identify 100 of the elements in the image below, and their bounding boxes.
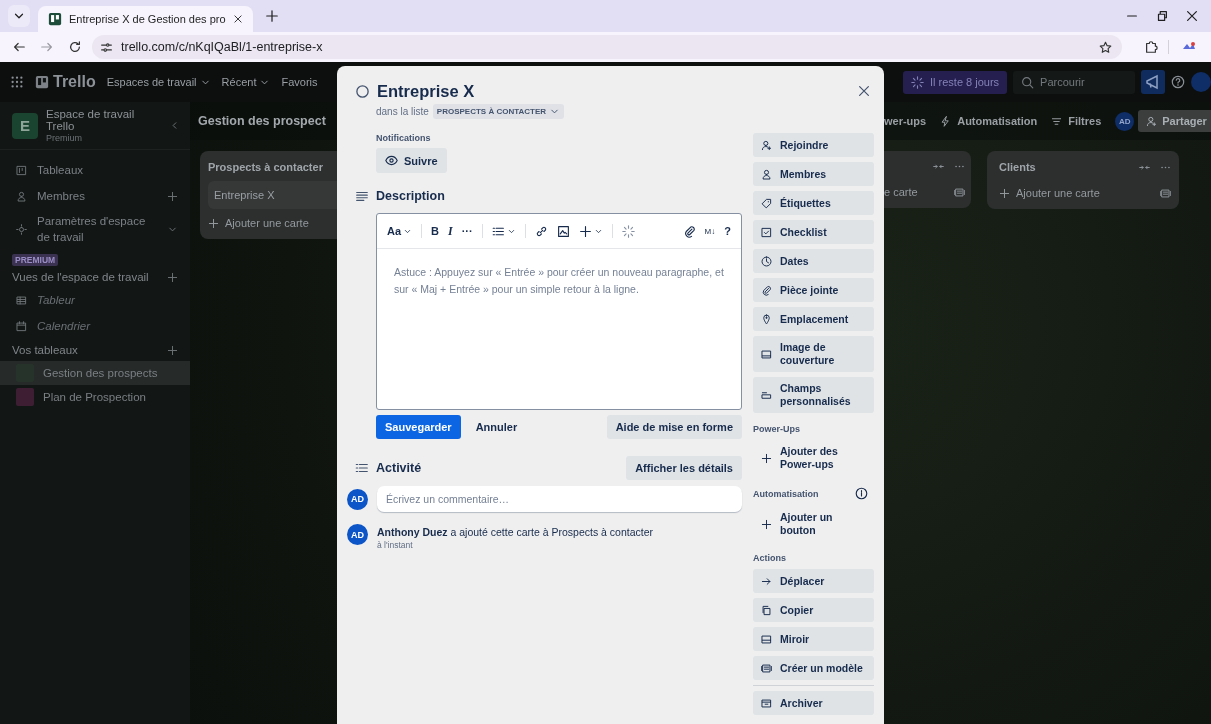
card-action-button[interactable]: Membres [753, 162, 874, 186]
trello-logo[interactable]: Trello [35, 73, 96, 91]
card-action-button[interactable]: Copier [753, 598, 874, 622]
card-action-button[interactable]: Rejoindre [753, 133, 874, 157]
calendar-icon [16, 320, 27, 332]
filter-button[interactable]: Filtres [1051, 115, 1102, 127]
plus-icon [999, 187, 1010, 199]
section-label: Notifications [376, 133, 432, 143]
info-icon[interactable] [855, 487, 868, 500]
nav-menu[interactable]: Favoris [281, 76, 318, 88]
search-field[interactable]: Parcourir [1013, 70, 1135, 94]
card-action-button[interactable]: Étiquettes [753, 191, 874, 215]
nav-menu[interactable]: Espaces de travail [106, 76, 211, 88]
more-formatting-button[interactable]: ··· [461, 225, 473, 237]
follow-button[interactable]: Suivre [376, 148, 447, 173]
card-title[interactable]: Entreprise X [377, 81, 847, 101]
board-item[interactable]: Gestion des prospects [0, 361, 190, 386]
sidebar-item[interactable]: Tableur [37, 293, 178, 309]
workspace-plan: Premium [46, 133, 83, 143]
tab-list-icon[interactable] [8, 5, 30, 27]
help-icon[interactable] [1171, 75, 1185, 89]
board-logo-icon [48, 12, 62, 26]
nav-menu[interactable]: Récent [221, 76, 271, 88]
site-settings-icon[interactable] [100, 40, 113, 54]
workspace-name: Espace de travail Trello [46, 108, 136, 132]
person-plus-icon [1146, 115, 1158, 127]
card-action-button[interactable]: Miroir [753, 627, 874, 651]
card-action-button[interactable]: Créer un modèle [753, 656, 874, 680]
section-label: Actions [753, 553, 786, 563]
markdown-button[interactable]: M↓ [704, 226, 716, 236]
card-action-button[interactable]: Dates [753, 249, 874, 273]
template-icon[interactable] [1160, 187, 1171, 199]
add-button[interactable]: Ajouter un bouton [753, 506, 874, 542]
add-card-button[interactable]: Ajouter une carte [208, 217, 337, 229]
card-cover-icon [761, 348, 772, 360]
plus-icon [761, 518, 772, 530]
board-card[interactable]: Entreprise X [208, 181, 337, 209]
sidebar-item[interactable]: Calendrier [37, 318, 178, 335]
close-tab-icon[interactable] [232, 14, 243, 24]
sparkle-icon [911, 75, 924, 89]
checklist-icon [761, 226, 772, 238]
add-card-button[interactable]: e carte [884, 186, 918, 198]
link-icon[interactable] [534, 224, 548, 238]
board-item[interactable]: Plan de Prospection [0, 385, 190, 410]
premium-badge: PREMIUM [12, 254, 59, 267]
person-plus-icon [761, 139, 772, 151]
gear-icon [16, 224, 27, 236]
sparkle-icon[interactable] [621, 224, 635, 238]
add-button[interactable]: Ajouter des Power-ups [753, 440, 874, 476]
section-label: Power-Ups [753, 424, 800, 434]
section-title: Description [376, 189, 445, 203]
board-menu-item[interactable]: Automatisation [940, 115, 1038, 127]
card-action-button[interactable]: Pièce jointe [753, 278, 874, 302]
bold-button[interactable]: B [431, 225, 439, 237]
person-icon [16, 190, 27, 202]
table-icon [16, 295, 27, 307]
trial-button[interactable]: Il reste 8 jours [903, 70, 1008, 94]
bookmark-star-icon[interactable] [1099, 40, 1112, 54]
member-avatar[interactable]: AD [1115, 111, 1135, 131]
save-button[interactable]: Sauvegarder [376, 415, 461, 439]
sidebar-item[interactable]: Membres [37, 188, 157, 205]
description-editor[interactable]: Aa B I ··· M↓ ? Astuce : Appuyez sur « Entrée » pour créer un nouveau paragraphe, et sur « Maj + Entrée » pour un simple retour à la ligne. [376, 213, 742, 410]
list-title[interactable]: Clients [999, 161, 1036, 173]
board-menu-item[interactable]: wer-ups [884, 115, 927, 127]
template-icon [761, 662, 772, 674]
sidebar-item[interactable]: Tableaux [37, 163, 178, 179]
activity-time[interactable]: à l'instant [377, 540, 413, 550]
sidebar-item[interactable]: Paramètres d'espace de travail [37, 214, 157, 246]
image-icon[interactable] [556, 224, 570, 238]
card-action-button[interactable]: Image de couverture [753, 336, 874, 372]
share-button[interactable]: Partager [1138, 110, 1211, 132]
help-button[interactable]: ? [724, 225, 731, 237]
card-action-button[interactable]: Checklist [753, 220, 874, 244]
section-heading: Vos tableaux [12, 344, 79, 357]
add-card-button[interactable]: Ajouter une carte [999, 187, 1100, 199]
card-action-button[interactable]: Archiver [753, 691, 874, 715]
paperclip-icon[interactable] [682, 224, 696, 238]
plus-icon [761, 452, 772, 464]
list-selector[interactable]: PROSPECTS À CONTACTER [432, 104, 564, 119]
comment-field[interactable]: Écrivez un commentaire… [377, 486, 742, 512]
filter-icon [1051, 115, 1063, 127]
cancel-button[interactable]: Annuler [466, 415, 527, 439]
user-avatar: AD [347, 488, 368, 510]
card-action-button[interactable]: Champs personnalisés [753, 377, 874, 413]
card-action-button[interactable]: Emplacement [753, 307, 874, 331]
show-details-button[interactable]: Afficher les détails [626, 456, 742, 480]
formatting-help-button[interactable]: Aide de mise en forme [606, 415, 742, 439]
text-style-button[interactable]: Aa [387, 225, 413, 237]
section-heading: Vues de l'espace de travail [12, 271, 150, 284]
template-icon[interactable] [954, 186, 965, 198]
megaphone-icon[interactable] [1141, 70, 1165, 94]
list-title[interactable]: Prospects à contacter [208, 161, 337, 173]
browser-tab[interactable]: Entreprise X de Gestion des pro [38, 6, 253, 32]
plus-icon[interactable] [578, 224, 592, 238]
apps-grid-icon[interactable] [10, 75, 24, 89]
description-icon [355, 189, 369, 203]
address-bar[interactable]: trello.com/c/nKqIQaBl/1-entreprise-x [92, 35, 1122, 59]
italic-button[interactable]: I [448, 223, 453, 239]
card-action-button[interactable]: Déplacer [753, 569, 874, 593]
list-prefix: dans la liste [376, 106, 429, 117]
